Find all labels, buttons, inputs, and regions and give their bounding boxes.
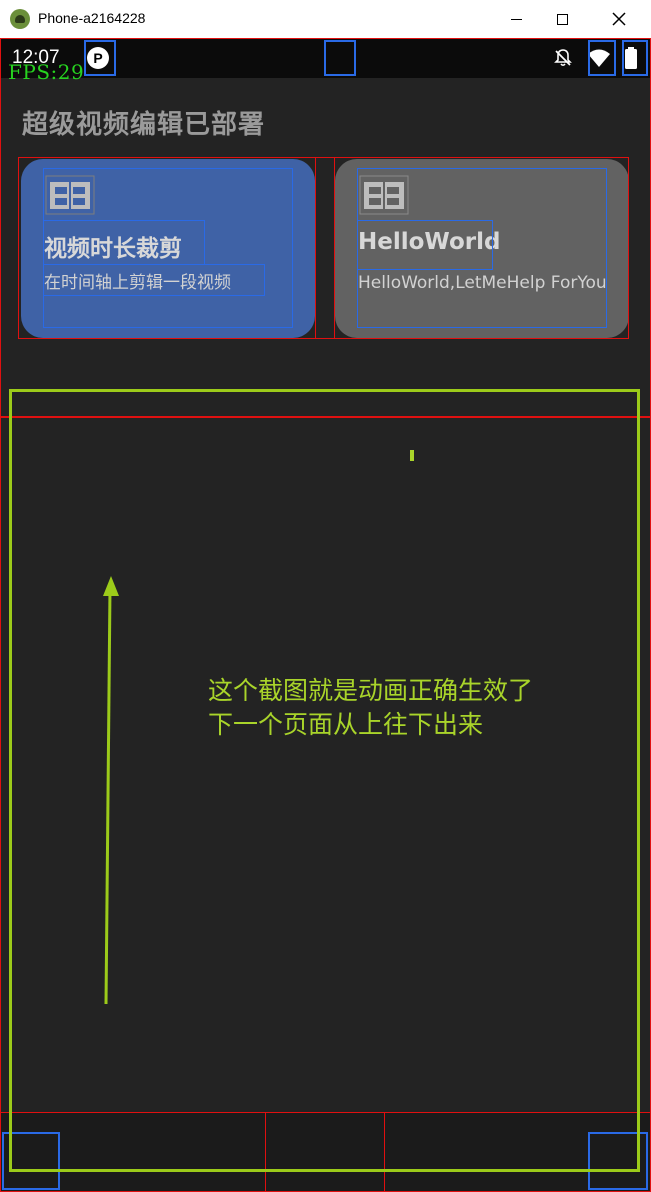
emulator-window: Phone-a2164228 12:07 P FPS:29 超级视频编辑已部署 … bbox=[0, 0, 651, 1192]
minimize-button[interactable] bbox=[493, 0, 539, 38]
film-icon bbox=[359, 175, 409, 215]
status-icons bbox=[553, 47, 637, 69]
feature-card-video-trim[interactable]: 视频时长裁剪 在时间轴上剪辑一段视频 bbox=[21, 159, 315, 338]
feature-card-helloworld[interactable]: HelloWorld HelloWorld,LetMeHelp ForYou bbox=[335, 159, 629, 338]
layout-bounds bbox=[315, 157, 335, 339]
window-title: Phone-a2164228 bbox=[38, 10, 146, 26]
phone-screen: 12:07 P FPS:29 超级视频编辑已部署 视频时长裁剪 在时间轴上剪辑一… bbox=[0, 38, 651, 1192]
close-button[interactable] bbox=[596, 0, 642, 38]
android-icon bbox=[10, 9, 30, 29]
card-description: 在时间轴上剪辑一段视频 bbox=[44, 273, 231, 293]
film-icon bbox=[45, 175, 95, 215]
fps-counter: FPS:29 bbox=[8, 60, 85, 84]
minimize-icon bbox=[510, 18, 522, 20]
page-title: 超级视频编辑已部署 bbox=[22, 110, 266, 140]
maximize-button[interactable] bbox=[539, 0, 585, 38]
window-title-bar: Phone-a2164228 bbox=[0, 0, 651, 39]
maximize-icon bbox=[556, 13, 568, 25]
card-title: HelloWorld bbox=[358, 229, 501, 255]
close-icon bbox=[612, 12, 626, 26]
notification-p-icon: P bbox=[87, 47, 109, 69]
battery-icon bbox=[625, 47, 637, 69]
notifications-off-icon bbox=[553, 48, 573, 68]
card-description: HelloWorld,LetMeHelp ForYou bbox=[358, 273, 607, 293]
status-bar: 12:07 P FPS:29 bbox=[0, 38, 651, 84]
wifi-icon bbox=[587, 48, 611, 68]
annotation-frame bbox=[9, 389, 640, 1172]
card-title: 视频时长裁剪 bbox=[44, 236, 182, 262]
